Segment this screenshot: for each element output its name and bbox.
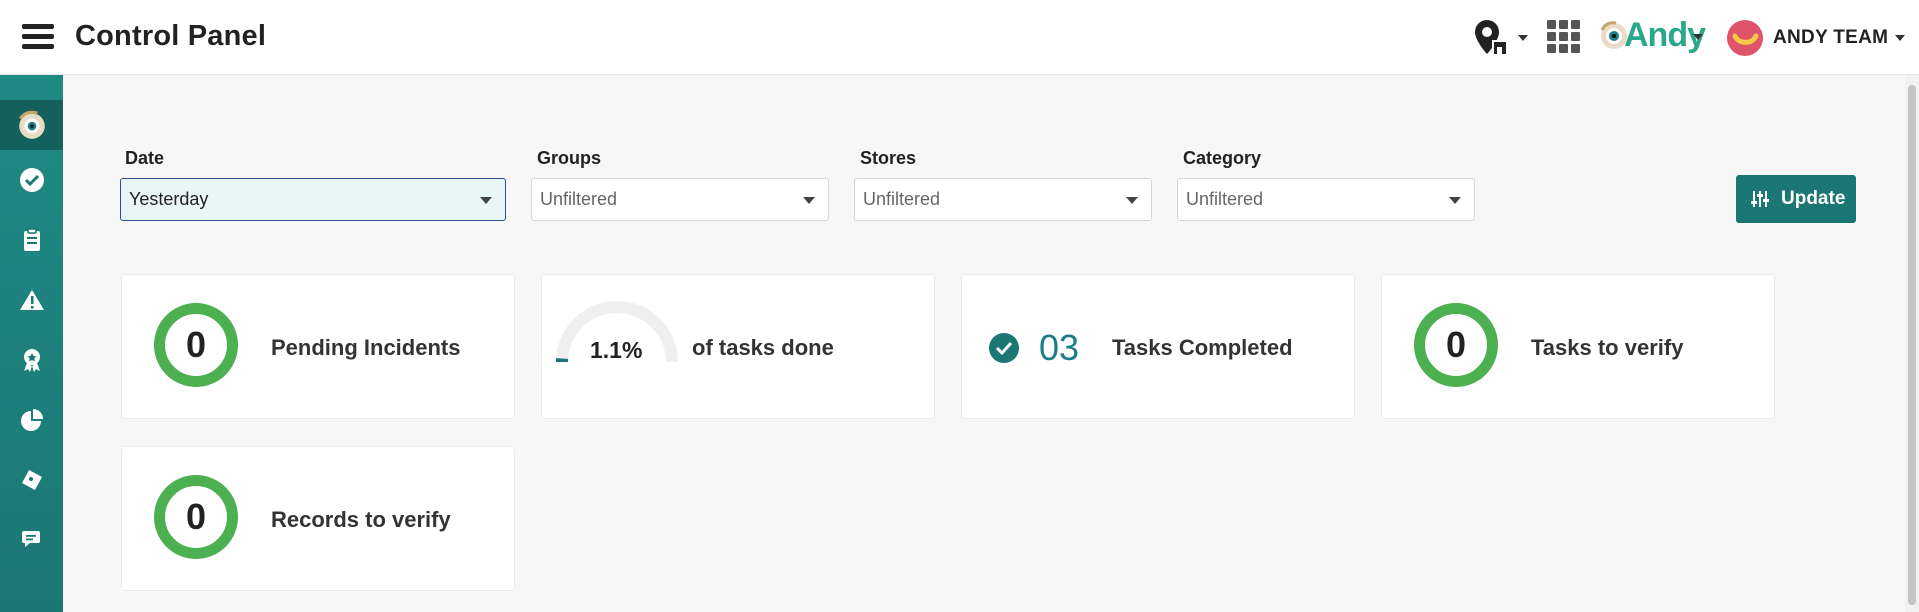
tasks-completed-label: Tasks Completed xyxy=(1112,335,1293,360)
category-filter-label: Category xyxy=(1183,148,1262,168)
tasks-to-verify-count: 0 xyxy=(1445,324,1467,365)
user-menu[interactable]: ANDY TEAM xyxy=(1725,18,1915,58)
sidebar-item-awards[interactable] xyxy=(0,335,63,385)
check-circle-icon xyxy=(989,333,1019,363)
user-name: ANDY TEAM xyxy=(1773,27,1889,48)
pending-incidents-label: Pending Incidents xyxy=(271,335,461,360)
sidebar-item-incidents[interactable] xyxy=(0,275,63,325)
sidebar xyxy=(0,75,63,612)
chevron-down-icon xyxy=(1126,197,1138,204)
stores-filter-label: Stores xyxy=(860,148,917,168)
groups-select-value: Unfiltered xyxy=(540,189,618,209)
date-select[interactable]: Yesterday xyxy=(120,178,506,221)
stores-select-value: Unfiltered xyxy=(863,189,941,209)
chat-icon xyxy=(21,531,40,547)
tasks-done-card[interactable]: 1.1% of tasks done xyxy=(541,274,935,419)
sidebar-item-tickets[interactable] xyxy=(0,455,63,505)
date-filter-label: Date xyxy=(125,148,165,168)
date-select-value: Yesterday xyxy=(129,189,209,209)
progress-ring: 0 xyxy=(154,303,238,387)
avatar xyxy=(1727,20,1763,56)
update-button[interactable]: Update xyxy=(1736,175,1856,223)
logo-eye-icon xyxy=(18,110,45,139)
ticket-icon xyxy=(21,470,42,490)
tasks-completed-count: 03 xyxy=(1039,327,1080,368)
scrollbar-thumb[interactable] xyxy=(1908,85,1916,605)
warning-icon xyxy=(19,290,44,310)
location-store-selector[interactable] xyxy=(1472,18,1532,58)
check-circle-icon xyxy=(19,168,44,192)
chevron-down-icon xyxy=(803,197,815,204)
vertical-scrollbar[interactable] xyxy=(1905,75,1919,612)
records-to-verify-label: Records to verify xyxy=(271,507,451,532)
location-store-icon xyxy=(1475,20,1507,54)
tasks-to-verify-card[interactable]: 0 Tasks to verify xyxy=(1381,274,1775,419)
tasks-completed-card[interactable]: 03 Tasks Completed xyxy=(961,274,1355,419)
clipboard-icon xyxy=(23,228,40,251)
stores-select[interactable]: Unfiltered xyxy=(854,178,1152,221)
sidebar-item-reports[interactable] xyxy=(0,395,63,445)
progress-ring: 0 xyxy=(1414,303,1498,387)
menu-icon[interactable] xyxy=(22,24,54,52)
award-icon xyxy=(23,349,40,372)
tasks-done-percent: 1.1% xyxy=(590,337,643,363)
sidebar-item-records[interactable] xyxy=(0,215,63,265)
pending-incidents-count: 0 xyxy=(185,324,207,365)
pending-incidents-card[interactable]: 0 Pending Incidents xyxy=(121,274,515,419)
pie-chart-icon xyxy=(20,409,43,431)
sidebar-item-messages[interactable] xyxy=(0,515,63,565)
tasks-to-verify-label: Tasks to verify xyxy=(1531,335,1684,360)
sidebar-item-home[interactable] xyxy=(0,100,63,150)
sidebar-item-tasks[interactable] xyxy=(0,155,63,205)
category-select-value: Unfiltered xyxy=(1186,189,1264,209)
chevron-down-icon xyxy=(480,197,492,204)
apps-grid-icon[interactable] xyxy=(1547,20,1583,56)
page-title: Control Panel xyxy=(75,20,267,52)
groups-filter-label: Groups xyxy=(537,148,602,168)
sliders-icon xyxy=(1751,191,1769,207)
tasks-done-label: of tasks done xyxy=(692,335,834,360)
groups-select[interactable]: Unfiltered xyxy=(531,178,829,221)
records-to-verify-count: 0 xyxy=(185,496,207,537)
records-to-verify-card[interactable]: 0 Records to verify xyxy=(121,446,515,591)
category-select[interactable]: Unfiltered xyxy=(1177,178,1475,221)
update-button-label: Update xyxy=(1781,188,1846,209)
brand-menu[interactable]: Andy xyxy=(1598,14,1706,58)
chevron-down-icon xyxy=(1449,197,1461,204)
progress-ring: 0 xyxy=(154,475,238,559)
